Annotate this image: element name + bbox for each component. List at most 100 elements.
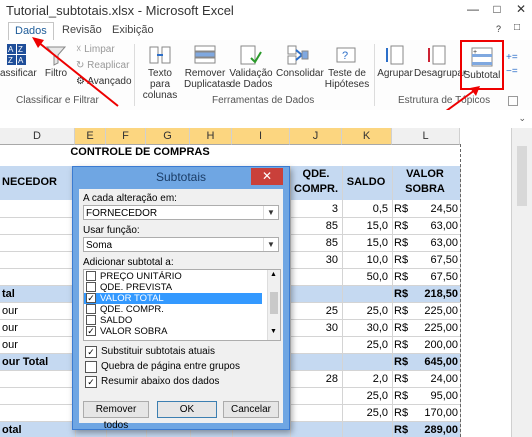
cell-saldo[interactable]: [342, 422, 388, 437]
field-checkbox[interactable]: [86, 271, 96, 281]
subtotal-field-item[interactable]: ✓ VALOR SOBRA: [84, 326, 262, 337]
dialog-launcher-icon[interactable]: [508, 96, 518, 106]
cell-fornecedor[interactable]: [2, 388, 74, 405]
advanced-button[interactable]: ⚙ Avançado: [76, 76, 132, 87]
cell-valor-sobra-currency[interactable]: R$: [394, 405, 414, 422]
minimize-icon[interactable]: —: [462, 2, 484, 17]
cell-qde-compr[interactable]: 30: [292, 320, 338, 337]
cell-valor-sobra-currency[interactable]: R$: [394, 371, 414, 388]
field-checkbox[interactable]: ✓: [86, 293, 96, 303]
dialog-option[interactable]: Quebra de página entre grupos: [83, 360, 279, 374]
cell-valor-sobra[interactable]: 95,00: [414, 388, 458, 405]
subtotal-field-item[interactable]: SALDO: [84, 315, 262, 326]
scroll-down-icon[interactable]: ▼: [270, 328, 277, 335]
expand-formula-icon[interactable]: ⌄: [518, 113, 526, 124]
list-scroll-thumb[interactable]: [270, 292, 278, 314]
cell-qde-compr[interactable]: 85: [292, 235, 338, 252]
data-validation-button[interactable]: Validação de Dados: [228, 44, 274, 90]
formula-bar[interactable]: ⌄: [0, 110, 532, 129]
cell-qde-compr[interactable]: [292, 269, 338, 286]
sheet-title[interactable]: CONTROLE DE COMPRAS: [40, 144, 240, 161]
remove-all-button[interactable]: Remover todos: [83, 401, 149, 431]
group-button[interactable]: Agrupar: [376, 44, 414, 79]
subtotal-button[interactable]: + Subtotal: [460, 40, 504, 90]
cell-fornecedor[interactable]: tal: [2, 286, 74, 303]
field-checkbox[interactable]: [86, 304, 96, 314]
what-if-button[interactable]: ? Teste de Hipóteses: [322, 44, 372, 90]
cell-valor-sobra-currency[interactable]: R$: [394, 218, 414, 235]
column-header-h[interactable]: H: [190, 128, 232, 145]
consolidate-button[interactable]: Consolidar: [276, 44, 324, 79]
help-icon[interactable]: ?: [496, 24, 508, 36]
subtotal-field-item[interactable]: QDE. COMPR.: [84, 304, 262, 315]
column-header-j[interactable]: J: [290, 128, 342, 145]
cell-valor-sobra[interactable]: 63,00: [414, 235, 458, 252]
cell-valor-sobra[interactable]: 67,50: [414, 252, 458, 269]
cell-valor-sobra-currency[interactable]: R$: [394, 252, 414, 269]
cell-valor-sobra[interactable]: 218,50: [414, 286, 458, 303]
cell-valor-sobra[interactable]: 225,00: [414, 320, 458, 337]
header-saldo[interactable]: SALDO: [342, 174, 390, 191]
option-checkbox[interactable]: ✓: [85, 376, 97, 388]
maximize-icon[interactable]: □: [486, 2, 508, 17]
ok-button[interactable]: OK: [157, 401, 217, 418]
cell-saldo[interactable]: 25,0: [342, 388, 388, 405]
dialog-option[interactable]: ✓ Substituir subtotais atuais: [83, 345, 279, 359]
use-function-select[interactable]: Soma ▼: [83, 237, 279, 252]
cell-fornecedor[interactable]: [2, 235, 74, 252]
cell-fornecedor[interactable]: our: [2, 303, 74, 320]
cell-valor-sobra-currency[interactable]: R$: [394, 201, 414, 218]
ungroup-button[interactable]: Desagrupar: [414, 44, 466, 79]
option-checkbox[interactable]: ✓: [85, 346, 97, 358]
cell-qde-compr[interactable]: 3: [292, 201, 338, 218]
tab-revisao[interactable]: Revisão: [56, 22, 108, 39]
cell-valor-sobra-currency[interactable]: R$: [394, 303, 414, 320]
column-header-i[interactable]: I: [232, 128, 290, 145]
cell-saldo[interactable]: 50,0: [342, 269, 388, 286]
cell-qde-compr[interactable]: [292, 337, 338, 354]
cell-fornecedor[interactable]: [2, 252, 74, 269]
cell-fornecedor[interactable]: [2, 405, 74, 422]
cell-fornecedor[interactable]: [2, 218, 74, 235]
close-icon[interactable]: ✕: [510, 2, 532, 17]
cell-fornecedor[interactable]: [2, 269, 74, 286]
cell-valor-sobra-currency[interactable]: R$: [394, 354, 414, 371]
cell-qde-compr[interactable]: [292, 388, 338, 405]
window-close-icon[interactable]: □: [514, 22, 528, 36]
column-header-g[interactable]: G: [146, 128, 190, 145]
cell-fornecedor[interactable]: [2, 201, 74, 218]
header-fornecedor[interactable]: NECEDOR: [2, 174, 72, 191]
subtotal-field-item[interactable]: ✓ VALOR TOTAL: [84, 293, 262, 304]
cell-fornecedor[interactable]: our: [2, 337, 74, 354]
cell-valor-sobra-currency[interactable]: R$: [394, 269, 414, 286]
text-to-columns-button[interactable]: Texto para colunas: [138, 44, 182, 101]
cell-saldo[interactable]: 10,0: [342, 252, 388, 269]
option-checkbox[interactable]: [85, 361, 97, 373]
subtotal-field-item[interactable]: PREÇO UNITÁRIO: [84, 271, 262, 282]
cell-valor-sobra[interactable]: 24,50: [414, 201, 458, 218]
cell-valor-sobra-currency[interactable]: R$: [394, 337, 414, 354]
list-scrollbar[interactable]: ▲ ▼: [267, 270, 280, 340]
cell-qde-compr[interactable]: 28: [292, 371, 338, 388]
cell-qde-compr[interactable]: [292, 286, 338, 303]
tab-exibicao[interactable]: Exibição: [106, 22, 160, 39]
hide-detail-icon[interactable]: −=: [506, 66, 518, 77]
cell-valor-sobra-currency[interactable]: R$: [394, 235, 414, 252]
cell-valor-sobra[interactable]: 170,00: [414, 405, 458, 422]
reapply-button[interactable]: ↻ Reaplicar: [76, 60, 129, 71]
cell-valor-sobra-currency[interactable]: R$: [394, 388, 414, 405]
cell-saldo[interactable]: [342, 354, 388, 371]
cell-saldo[interactable]: 15,0: [342, 235, 388, 252]
cell-valor-sobra[interactable]: 67,50: [414, 269, 458, 286]
cell-qde-compr[interactable]: 30: [292, 252, 338, 269]
cell-saldo[interactable]: 25,0: [342, 303, 388, 320]
sort-button[interactable]: AZZA assificar: [0, 44, 37, 79]
cell-saldo[interactable]: 30,0: [342, 320, 388, 337]
column-header-k[interactable]: K: [342, 128, 392, 145]
cell-qde-compr[interactable]: 85: [292, 218, 338, 235]
column-header-l[interactable]: L: [392, 128, 460, 145]
cell-valor-sobra[interactable]: 645,00: [414, 354, 458, 371]
filter-button[interactable]: Filtro: [40, 44, 72, 79]
cell-fornecedor[interactable]: our: [2, 320, 74, 337]
cell-saldo[interactable]: 2,0: [342, 371, 388, 388]
